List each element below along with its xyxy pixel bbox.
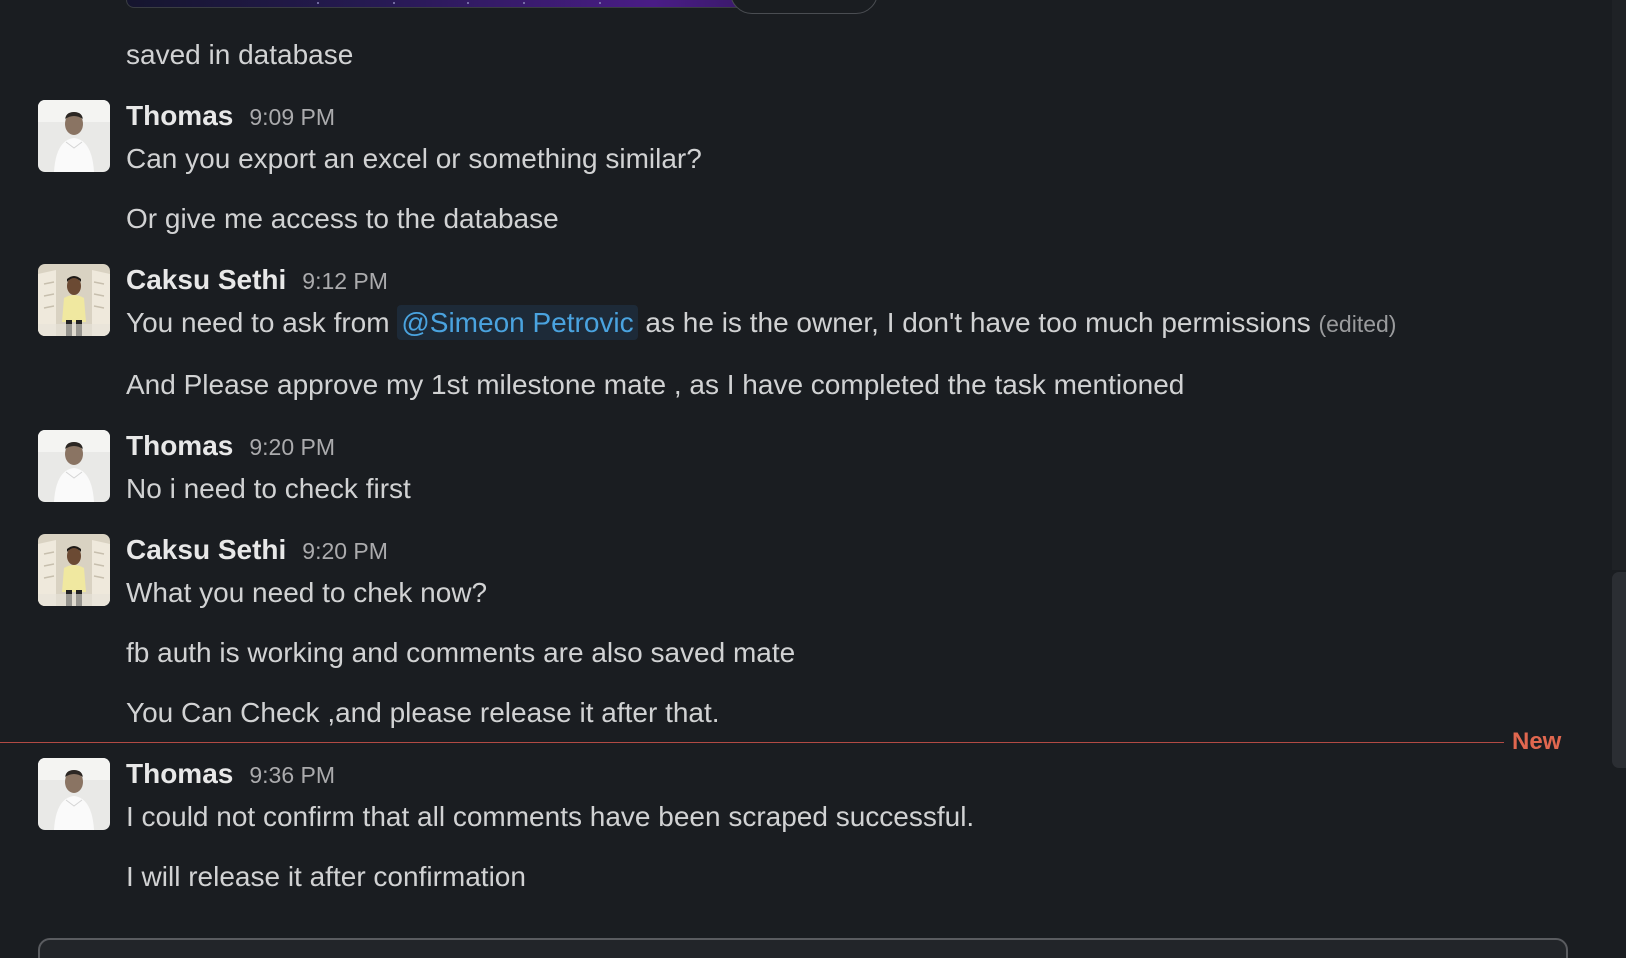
- message-pane: saved in database Thomas 9:09 PM Can you…: [0, 0, 1626, 958]
- timestamp[interactable]: 9:20 PM: [302, 538, 388, 565]
- scrollbar-upper-region: [1612, 0, 1626, 570]
- message-text: And Please approve my 1st milestone mate…: [126, 369, 1185, 400]
- message-text: You Can Check ,and please release it aft…: [126, 697, 720, 728]
- timestamp[interactable]: 9:36 PM: [249, 762, 335, 789]
- avatar-thomas[interactable]: [38, 430, 110, 502]
- message-text: Or give me access to the database: [126, 203, 559, 234]
- new-messages-divider: [0, 742, 1504, 743]
- avatar-thomas[interactable]: [38, 758, 110, 830]
- message-header: Thomas 9:09 PM: [126, 98, 335, 134]
- timestamp[interactable]: 9:12 PM: [302, 268, 388, 295]
- sender-name[interactable]: Thomas: [126, 428, 233, 464]
- scrollbar-track[interactable]: [1608, 0, 1626, 958]
- message-text: No i need to check first: [126, 473, 411, 504]
- message-text: You need to ask from @Simeon Petrovic as…: [126, 305, 1396, 342]
- message-header: Caksu Sethi 9:20 PM: [126, 532, 388, 568]
- message-text: I could not confirm that all comments ha…: [126, 801, 975, 832]
- message-text: fb auth is working and comments are also…: [126, 637, 796, 668]
- attachment-action-button[interactable]: [730, 0, 878, 14]
- sender-name[interactable]: Caksu Sethi: [126, 532, 286, 568]
- message-text: Can you export an excel or something sim…: [126, 143, 702, 174]
- edited-label: (edited): [1318, 311, 1397, 337]
- new-messages-label: New: [1512, 728, 1562, 755]
- sender-name[interactable]: Thomas: [126, 756, 233, 792]
- message-text: I will release it after confirmation: [126, 861, 526, 892]
- message-text-segment: You need to ask from: [126, 307, 398, 338]
- timestamp[interactable]: 9:09 PM: [249, 104, 335, 131]
- user-mention[interactable]: @Simeon Petrovic: [397, 305, 638, 340]
- message-text: saved in database: [126, 39, 354, 70]
- message-text: What you need to chek now?: [126, 577, 488, 608]
- message-header: Thomas 9:36 PM: [126, 756, 335, 792]
- sender-name[interactable]: Caksu Sethi: [126, 262, 286, 298]
- message-composer[interactable]: [38, 938, 1568, 958]
- message-header: Thomas 9:20 PM: [126, 428, 335, 464]
- message-text-segment: as he is the owner, I don't have too muc…: [637, 307, 1319, 338]
- avatar-caksu-sethi[interactable]: [38, 264, 110, 336]
- avatar-thomas[interactable]: [38, 100, 110, 172]
- message-header: Caksu Sethi 9:12 PM: [126, 262, 388, 298]
- scrollbar-thumb[interactable]: [1612, 572, 1626, 768]
- avatar-caksu-sethi[interactable]: [38, 534, 110, 606]
- timestamp[interactable]: 9:20 PM: [249, 434, 335, 461]
- sender-name[interactable]: Thomas: [126, 98, 233, 134]
- attachment-preview[interactable]: [126, 0, 748, 8]
